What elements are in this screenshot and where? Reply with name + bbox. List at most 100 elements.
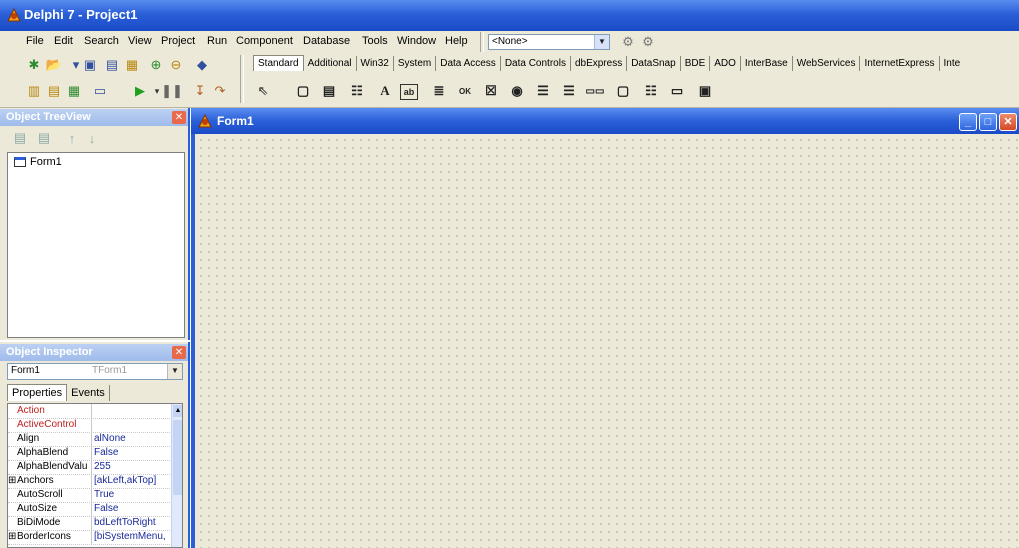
tab-standard[interactable]: Standard — [253, 55, 304, 71]
combobox-icon[interactable]: ☰ — [558, 80, 580, 102]
property-row[interactable]: Action — [8, 404, 172, 419]
menu-project[interactable]: Project — [161, 35, 195, 47]
object-treeview-title[interactable]: Object TreeView — [0, 109, 188, 126]
action-list-icon[interactable]: ▣ — [694, 80, 716, 102]
form-design-surface[interactable] — [195, 134, 1019, 548]
menu-run[interactable]: Run — [207, 35, 227, 47]
property-value[interactable]: True — [94, 488, 174, 502]
property-row[interactable]: AutoScroll True — [8, 488, 172, 503]
new-items-icon[interactable]: ✱ — [24, 55, 44, 75]
property-value[interactable]: False — [94, 502, 174, 516]
open-icon[interactable]: 📂 — [44, 55, 64, 75]
property-scrollbar[interactable]: ▲ — [171, 404, 182, 547]
menu-view[interactable]: View — [128, 35, 152, 47]
save-all-icon[interactable]: ▤ — [102, 55, 122, 75]
pointer-icon[interactable]: ⇖ — [252, 80, 274, 102]
chevron-down-icon[interactable]: ▼ — [167, 364, 182, 379]
tab-ado[interactable]: ADO — [710, 56, 741, 71]
main-menu-icon[interactable]: ▤ — [318, 80, 340, 102]
menu-help[interactable]: Help — [445, 35, 468, 47]
popup-menu-icon[interactable]: ☷ — [346, 80, 368, 102]
property-value[interactable] — [94, 404, 174, 418]
move-down-icon[interactable]: ↓ — [82, 128, 102, 148]
chevron-down-icon[interactable]: ▼ — [594, 35, 609, 49]
main-title-bar[interactable]: Delphi 7 - Project1 — [0, 0, 1019, 31]
menu-database[interactable]: Database — [303, 35, 350, 47]
object-tree[interactable]: Form1 — [7, 152, 185, 338]
close-icon[interactable]: ✕ — [172, 346, 186, 359]
property-row[interactable]: AlphaBlendValu 255 — [8, 460, 172, 475]
tab-properties[interactable]: Properties — [7, 384, 68, 401]
add-file-icon[interactable]: ⊕ — [146, 55, 166, 75]
property-value[interactable]: [akLeft,akTop] — [94, 474, 174, 488]
listbox-icon[interactable]: ☰ — [532, 80, 554, 102]
tab-data-controls[interactable]: Data Controls — [501, 56, 571, 71]
property-value[interactable]: alNone — [94, 432, 174, 446]
scrollbar-thumb[interactable] — [173, 420, 182, 495]
tab-webservices[interactable]: WebServices — [793, 56, 861, 71]
tab-interbase[interactable]: InterBase — [741, 56, 793, 71]
label-icon[interactable]: A — [374, 80, 396, 102]
tab-data-access[interactable]: Data Access — [436, 56, 501, 71]
delete-item-icon[interactable]: ▤ — [34, 128, 54, 148]
remove-file-icon[interactable]: ⊖ — [166, 55, 186, 75]
close-icon[interactable]: ✕ — [172, 111, 186, 124]
view-unit-icon[interactable]: ▥ — [24, 81, 44, 101]
desktop-combo[interactable]: <None> ▼ — [488, 34, 610, 50]
object-selector[interactable]: Form1 TForm1 ▼ — [7, 363, 183, 380]
save-icon[interactable]: ▣ — [80, 55, 100, 75]
trace-into-icon[interactable]: ↧ — [190, 81, 210, 101]
tab-overflow[interactable]: Inte — [940, 56, 965, 71]
panel-icon[interactable]: ▭ — [666, 80, 688, 102]
toggle-form-unit-icon[interactable]: ▦ — [64, 81, 84, 101]
form-designer-window[interactable]: Form1 _ □ ✕ — [191, 108, 1019, 548]
tab-win32[interactable]: Win32 — [357, 56, 394, 71]
menu-tools[interactable]: Tools — [362, 35, 388, 47]
step-over-icon[interactable]: ↷ — [210, 81, 230, 101]
property-grid[interactable]: Action ActiveControl Align alNone AlphaBlend… — [7, 403, 183, 548]
tab-events[interactable]: Events — [67, 385, 110, 401]
property-value[interactable] — [94, 418, 174, 432]
property-value[interactable]: 255 — [94, 460, 174, 474]
property-row[interactable]: AlphaBlend False — [8, 446, 172, 461]
property-value[interactable]: False — [94, 446, 174, 460]
new-item-icon[interactable]: ▤ — [10, 128, 30, 148]
tab-internetexpress[interactable]: InternetExpress — [860, 56, 940, 71]
form-title-bar[interactable]: Form1 _ □ ✕ — [191, 108, 1019, 134]
tab-datasnap[interactable]: DataSnap — [627, 56, 681, 71]
move-up-icon[interactable]: ↑ — [62, 128, 82, 148]
object-inspector-title[interactable]: Object Inspector — [0, 344, 188, 361]
new-form-icon[interactable]: ▭ — [90, 81, 110, 101]
property-row[interactable]: BiDiMode bdLeftToRight — [8, 516, 172, 531]
memo-icon[interactable]: ≣ — [428, 80, 450, 102]
menu-component[interactable]: Component — [236, 35, 293, 47]
maximize-icon[interactable]: □ — [979, 113, 997, 131]
menu-edit[interactable]: Edit — [54, 35, 73, 47]
tab-system[interactable]: System — [394, 56, 437, 71]
radio-button-icon[interactable]: ◉ — [506, 80, 528, 102]
property-value[interactable]: bdLeftToRight — [94, 516, 174, 530]
menu-window[interactable]: Window — [397, 35, 436, 47]
property-row[interactable]: Align alNone — [8, 432, 172, 447]
menu-file[interactable]: File — [26, 35, 44, 47]
tab-additional[interactable]: Additional — [304, 56, 357, 71]
scrollbar-icon[interactable]: ▭▭ — [584, 80, 606, 102]
property-value[interactable]: [biSystemMenu, — [94, 530, 174, 544]
edit-icon[interactable]: ab — [400, 84, 418, 100]
scroll-up-icon[interactable]: ▲ — [173, 405, 182, 417]
menu-search[interactable]: Search — [84, 35, 119, 47]
view-form-icon[interactable]: ▤ — [44, 81, 64, 101]
close-icon[interactable]: ✕ — [999, 113, 1017, 131]
pause-icon[interactable]: ❚❚ — [161, 81, 183, 101]
save-desktop-icon[interactable]: ⚙ — [618, 32, 638, 52]
property-row[interactable]: Anchors[akLeft,akTop] — [8, 474, 172, 489]
property-row[interactable]: BorderIcons[biSystemMenu, — [8, 530, 172, 545]
checkbox-icon[interactable]: ☒ — [480, 80, 502, 102]
button-icon[interactable]: OK — [454, 80, 476, 102]
help-icon[interactable]: ◆ — [192, 55, 212, 75]
set-debug-desktop-icon[interactable]: ⚙ — [638, 32, 658, 52]
tree-item[interactable]: Form1 — [14, 156, 62, 168]
tab-bde[interactable]: BDE — [681, 56, 711, 71]
radiogroup-icon[interactable]: ☷ — [640, 80, 662, 102]
property-row[interactable]: AutoSize False — [8, 502, 172, 517]
